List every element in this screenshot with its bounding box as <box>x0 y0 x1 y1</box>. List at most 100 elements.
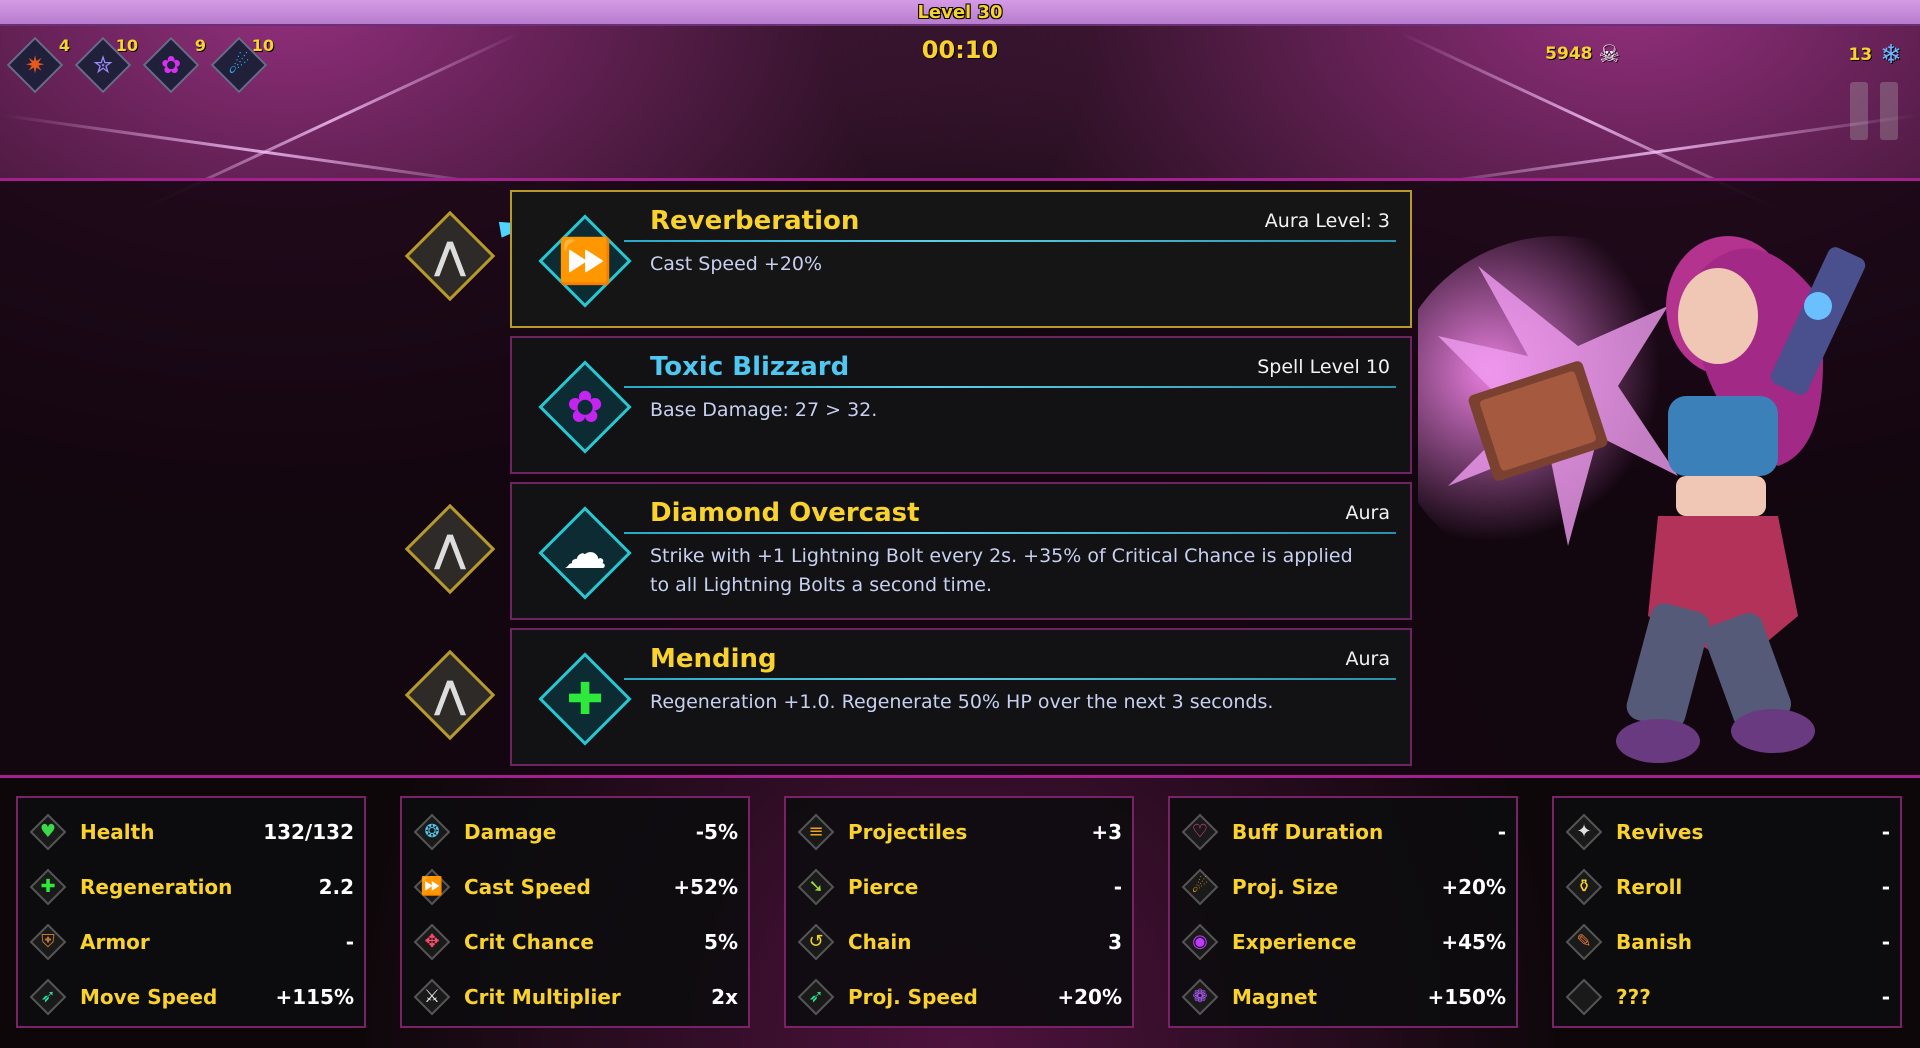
stat-value: +150% <box>1427 984 1506 1009</box>
stat-value: - <box>1113 874 1122 899</box>
stat-label: Cast Speed <box>464 874 591 899</box>
feather-icon: ➶ <box>808 986 824 1007</box>
up-arrow-icon: ⋀ <box>433 234 467 278</box>
stat-row: ⏩ Cast Speed +52% <box>402 859 748 914</box>
reroll-button[interactable]: ⋀ <box>404 210 496 302</box>
stat-row: ❁ Magnet +150% <box>1170 969 1516 1024</box>
upgrade-level-tag: Aura <box>1345 648 1391 670</box>
stat-label: Buff Duration <box>1232 819 1384 844</box>
stat-row: ↺ Chain 3 <box>786 914 1132 969</box>
upgrade-description: Regeneration +1.0. Regenerate 50% HP ove… <box>650 691 1274 713</box>
stat-row: ➶ Proj. Speed +20% <box>786 969 1132 1024</box>
upgrade-option-card[interactable]: ✿ Toxic Blizzard Spell Level 10 Base Damage… <box>510 336 1412 474</box>
reroll-button[interactable]: ⋀ <box>404 503 496 595</box>
stat-value: +20% <box>1441 874 1506 899</box>
upgrade-level-tag: Aura Level: 3 <box>1264 210 1390 232</box>
potion-icon: ⚱ <box>1576 876 1592 897</box>
stat-label: Reroll <box>1616 874 1683 899</box>
brain-icon: ❂ <box>424 821 440 842</box>
stat-label: Damage <box>464 819 557 844</box>
stat-value: - <box>345 929 354 954</box>
fast-forward-icon: ⏩ <box>420 876 444 897</box>
stat-value: - <box>1497 819 1506 844</box>
stats-panel: ♡ Buff Duration - ☄ Proj. Size +20% ◉ Experienc… <box>1168 796 1518 1028</box>
stats-panel: ♥ Health 132/132 ✚ Regeneration 2.2 ⛨ Armor - ➶ Mo… <box>16 796 366 1028</box>
upgrade-option-card[interactable]: ☁ Diamond Overcast Aura Strike with +1 Ligh… <box>510 482 1412 620</box>
stat-label: Pierce <box>848 874 919 899</box>
upgrade-level-tag: Spell Level 10 <box>1257 356 1390 378</box>
stat-label: Crit Chance <box>464 929 594 954</box>
stat-value: +52% <box>673 874 738 899</box>
character-portrait <box>1418 236 1866 763</box>
hook-icon: ↺ <box>808 931 824 952</box>
gem-counter: 13 ❄ <box>1849 40 1902 70</box>
stat-label: Proj. Speed <box>848 984 978 1009</box>
divider <box>624 386 1396 388</box>
stat-label: Proj. Size <box>1232 874 1339 899</box>
divider <box>624 678 1396 680</box>
flower-icon: ✿ <box>566 381 604 433</box>
upgrade-description: Base Damage: 27 > 32. <box>650 399 878 421</box>
orb-icon: ◉ <box>1192 931 1208 952</box>
dagger-icon: ✎ <box>1576 931 1592 952</box>
stat-value: 3 <box>1108 929 1122 954</box>
target-icon: ✥ <box>424 931 440 952</box>
comet-icon: ☄ <box>1191 876 1209 897</box>
stat-row: ❂ Damage -5% <box>402 804 748 859</box>
stat-row: ⚔ Crit Multiplier 2x <box>402 969 748 1024</box>
upgrade-title: Reverberation <box>650 206 860 236</box>
arrow-down-right-icon: ➘ <box>808 876 824 897</box>
kill-counter: 5948 ☠ <box>1545 40 1620 68</box>
upgrade-option-card[interactable]: ⏩ Reverberation Aura Level: 3 Cast Speed +2… <box>510 190 1412 328</box>
upgrade-option-card[interactable]: ✚ Mending Aura Regeneration +1.0. Regenerat… <box>510 628 1412 766</box>
stat-label: Health <box>80 819 155 844</box>
divider <box>624 532 1396 534</box>
stat-value: +20% <box>1057 984 1122 1009</box>
arrows-icon: ≡ <box>808 821 824 842</box>
stat-label: Move Speed <box>80 984 218 1009</box>
stat-label: ??? <box>1616 984 1651 1009</box>
wing-icon: ➶ <box>40 986 56 1007</box>
cloud-icon: ☁ <box>563 527 607 579</box>
stat-value: +3 <box>1091 819 1122 844</box>
pause-bar <box>1880 82 1898 140</box>
stat-label: Armor <box>80 929 150 954</box>
stat-row: ✦ Revives - <box>1554 804 1900 859</box>
upgrade-description: Cast Speed +20% <box>650 253 823 275</box>
stat-row: ➘ Pierce - <box>786 859 1132 914</box>
upgrade-title: Diamond Overcast <box>650 498 920 528</box>
stat-value: 5% <box>704 929 738 954</box>
stat-value: 132/132 <box>263 819 354 844</box>
game-timer: 00:10 <box>921 36 999 64</box>
stats-panel: ✦ Revives - ⚱ Reroll - ✎ Banish -??? - <box>1552 796 1902 1028</box>
stat-label: Banish <box>1616 929 1692 954</box>
stat-value: - <box>1881 929 1890 954</box>
divider <box>624 240 1396 242</box>
swirl-icon: ❁ <box>1192 986 1208 1007</box>
upgrade-title: Mending <box>650 644 777 674</box>
plus-icon: ✚ <box>566 673 604 725</box>
stat-row: ➶ Move Speed +115% <box>18 969 364 1024</box>
stat-row: ⛨ Armor - <box>18 914 364 969</box>
stats-panel: ❂ Damage -5% ⏩ Cast Speed +52% ✥ Crit Chance 5% ⚔… <box>400 796 750 1028</box>
stat-value: - <box>1881 984 1890 1009</box>
upgrade-level-tag: Aura <box>1345 502 1391 524</box>
plus-icon: ✚ <box>40 876 56 897</box>
upgrade-title: Toxic Blizzard <box>650 352 850 382</box>
reroll-button[interactable]: ⋀ <box>404 649 496 741</box>
stat-row: ⚱ Reroll - <box>1554 859 1900 914</box>
stat-label: Regeneration <box>80 874 233 899</box>
snowflake-icon: ❄ <box>1880 40 1902 70</box>
stat-row: ☄ Proj. Size +20% <box>1170 859 1516 914</box>
stat-value: - <box>1881 819 1890 844</box>
shield-icon: ⛨ <box>41 931 55 952</box>
experience-bar: Level 30 <box>0 0 1920 26</box>
stat-row: ♡ Buff Duration - <box>1170 804 1516 859</box>
stat-value: 2.2 <box>318 874 354 899</box>
pause-button[interactable] <box>1850 82 1902 140</box>
stat-row: ♥ Health 132/132 <box>18 804 364 859</box>
stat-label: Magnet <box>1232 984 1318 1009</box>
empty-slot-icon <box>1564 977 1604 1017</box>
stat-label: Crit Multiplier <box>464 984 621 1009</box>
stat-row: ◉ Experience +45% <box>1170 914 1516 969</box>
